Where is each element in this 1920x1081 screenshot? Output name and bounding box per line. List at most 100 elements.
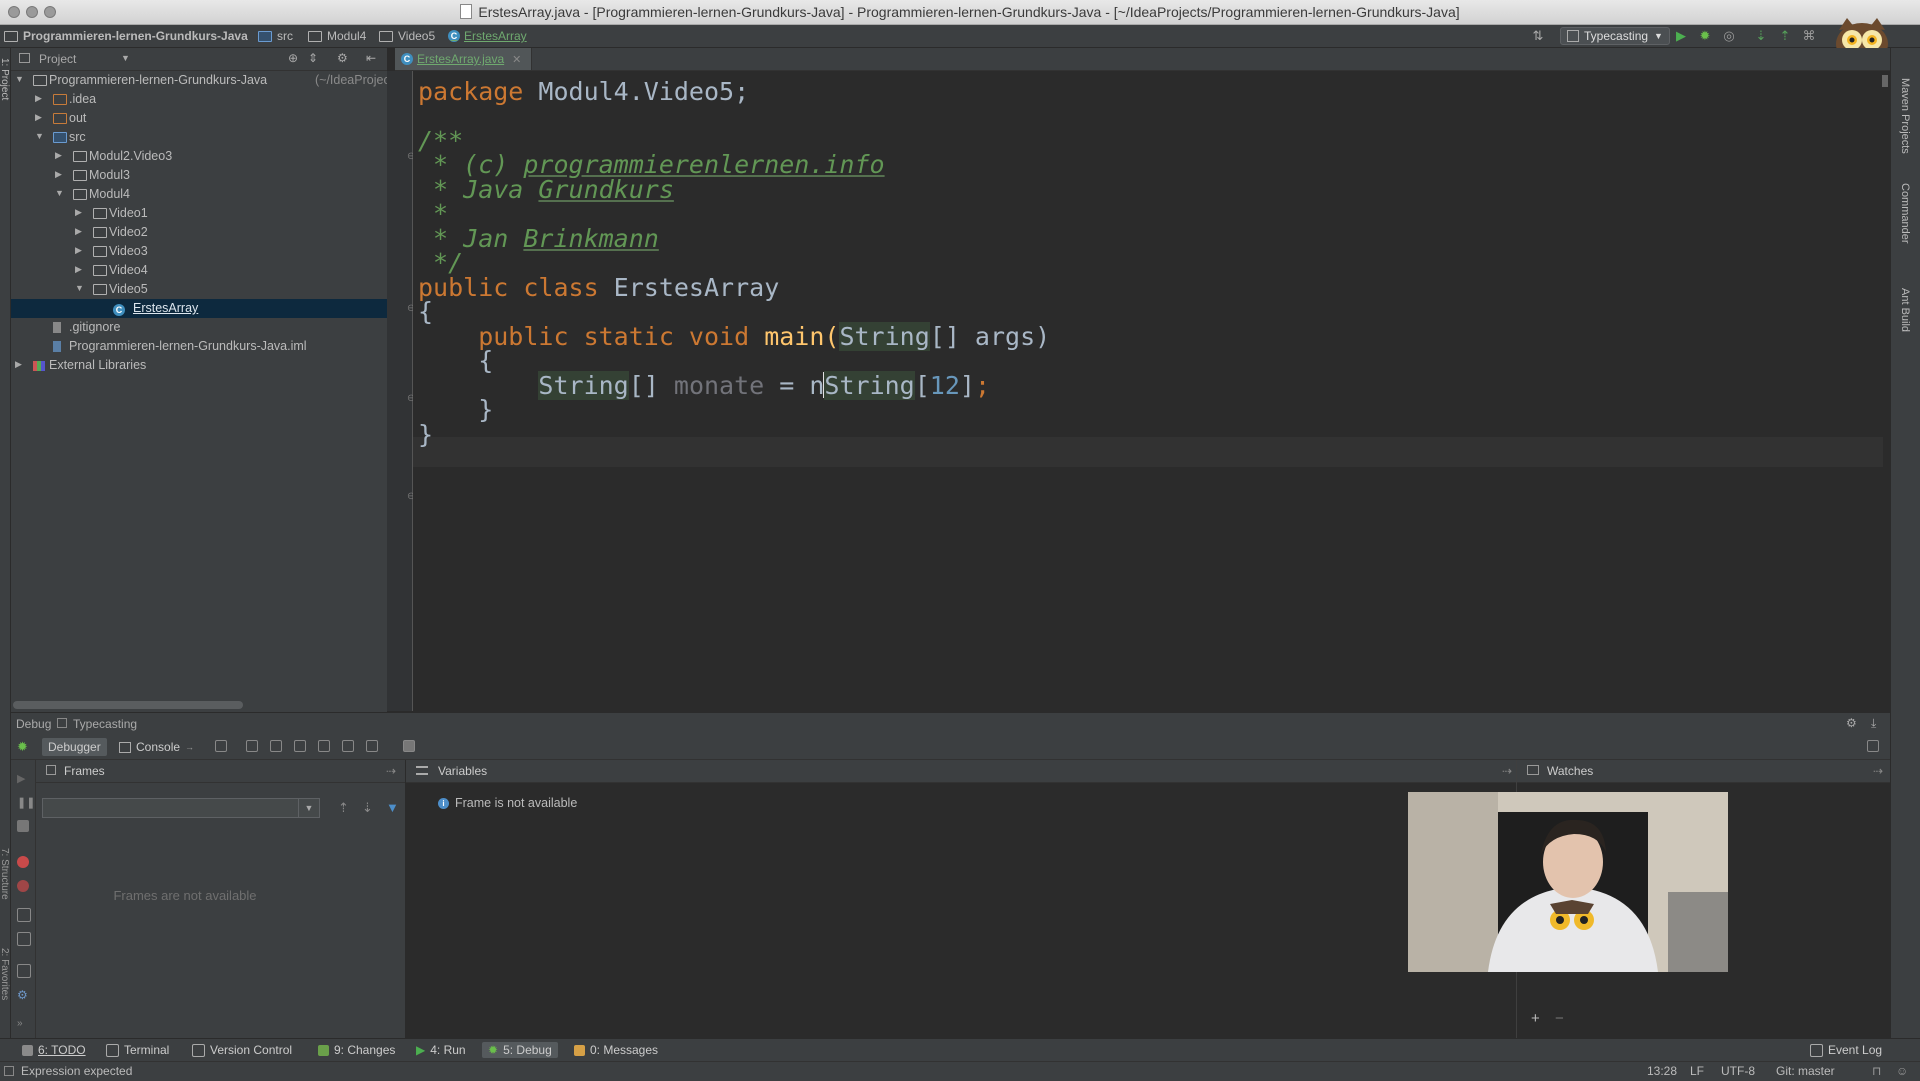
tool-windows-icon[interactable] (4, 1066, 14, 1076)
tree-item[interactable]: ▼ Programmieren-lernen-Grundkurs-Java (~/I… (11, 71, 411, 90)
expanded-arrow-icon[interactable]: ▼ (15, 74, 25, 84)
breadcrumb-video5[interactable]: Video5 (379, 28, 435, 44)
tree-item[interactable]: ▶ Modul3 (11, 166, 387, 185)
mute-breakpoints-icon[interactable] (17, 880, 29, 892)
previous-frame-icon[interactable]: ⇡ (338, 800, 349, 816)
pin-icon[interactable]: → (185, 742, 194, 752)
build-icon[interactable]: ⇅ (1530, 28, 1546, 44)
tree-item[interactable]: ▶ Video2 (11, 223, 387, 242)
force-step-into-icon[interactable] (294, 740, 306, 752)
next-frame-icon[interactable]: ⇣ (362, 800, 373, 816)
favorites-tool-tab[interactable]: 2: Favorites (0, 948, 10, 1000)
collapsed-arrow-icon[interactable]: ▶ (55, 150, 65, 161)
project-tool-tab[interactable]: 1: Project (0, 58, 10, 100)
code-editor[interactable]: package Modul4.Video5; /** * (c) program… (413, 71, 1888, 711)
collapsed-arrow-icon[interactable]: ▶ (35, 112, 45, 123)
collapsed-arrow-icon[interactable]: ▶ (75, 207, 85, 218)
horizontal-scrollbar[interactable] (13, 701, 243, 709)
pin-icon[interactable]: ⇢ (1873, 764, 1883, 778)
ant-build-tab[interactable]: Ant Build (1899, 288, 1911, 332)
evaluate-expression-icon[interactable] (403, 740, 415, 752)
expanded-arrow-icon[interactable]: ▼ (75, 283, 85, 293)
tool-terminal[interactable]: Terminal (106, 1042, 169, 1058)
tree-item[interactable]: Programmieren-lernen-Grundkurs-Java.iml (11, 337, 387, 356)
vcs-history-icon[interactable]: ⌘ (1801, 28, 1817, 44)
restore-layout-icon[interactable] (1867, 740, 1879, 752)
collapsed-arrow-icon[interactable]: ▶ (75, 245, 85, 256)
chevron-down-icon[interactable]: ▼ (298, 799, 319, 817)
collapsed-arrow-icon[interactable]: ▶ (35, 93, 45, 104)
collapsed-arrow-icon[interactable]: ▶ (75, 264, 85, 275)
breadcrumb-project[interactable]: Programmieren-lernen-Grundkurs-Java (4, 28, 248, 44)
breadcrumb-modul4[interactable]: Modul4 (308, 28, 366, 44)
tree-item[interactable]: .gitignore (11, 318, 387, 337)
tree-item[interactable]: ▼ Modul4 (11, 185, 387, 204)
scroll-from-source-icon[interactable]: ⊕ (288, 51, 298, 65)
add-watch-icon[interactable]: + (1531, 1010, 1540, 1027)
tool-messages[interactable]: 0: Messages (574, 1042, 658, 1058)
maven-projects-tab[interactable]: Maven Projects (1899, 78, 1911, 154)
line-separator[interactable]: LF (1690, 1064, 1704, 1078)
pause-icon[interactable]: ❚❚ (17, 796, 35, 809)
file-encoding[interactable]: UTF-8 (1721, 1064, 1755, 1078)
tool-todo[interactable]: 6: TODO (22, 1042, 86, 1058)
project-view-select[interactable]: Project (39, 52, 76, 66)
collapsed-arrow-icon[interactable]: ▶ (75, 226, 85, 237)
tool-version-control[interactable]: Version Control (192, 1042, 292, 1058)
run-to-cursor-icon[interactable] (366, 740, 378, 752)
tree-item[interactable]: ▶ Video4 (11, 261, 387, 280)
caret-position[interactable]: 13:28 (1647, 1064, 1677, 1078)
thread-select[interactable]: ▼ (42, 798, 320, 818)
tree-item[interactable]: ▶ External Libraries (11, 356, 387, 375)
debug-icon[interactable]: ✹ (17, 739, 28, 755)
structure-tool-tab[interactable]: 7: Structure (0, 848, 10, 900)
run-configuration-select[interactable]: Typecasting ▼ (1560, 27, 1670, 45)
step-into-icon[interactable] (270, 740, 282, 752)
pin-icon[interactable]: ⇢ (386, 764, 396, 778)
stop-icon[interactable] (17, 820, 29, 832)
tree-item[interactable]: ▶ Video1 (11, 204, 387, 223)
collapsed-arrow-icon[interactable]: ▶ (15, 359, 25, 370)
drop-frame-icon[interactable] (342, 740, 354, 752)
gear-icon[interactable]: ⚙ (337, 51, 348, 65)
tree-item[interactable]: ▼ src (11, 128, 387, 147)
coverage-icon[interactable]: ◎ (1721, 28, 1737, 44)
step-out-icon[interactable] (318, 740, 330, 752)
remove-watch-icon[interactable]: − (1555, 1010, 1564, 1027)
tree-item[interactable]: ▼ Video5 (11, 280, 387, 299)
debug-session-tab[interactable]: Typecasting (73, 717, 137, 731)
commander-tab[interactable]: Commander (1899, 183, 1911, 244)
expanded-arrow-icon[interactable]: ▼ (35, 131, 45, 141)
tree-item[interactable]: ▶ out (11, 109, 387, 128)
tab-console[interactable]: Console → (113, 738, 200, 756)
tree-item[interactable]: ▶ Modul2.Video3 (11, 147, 387, 166)
resume-icon[interactable]: ▶ (17, 772, 29, 785)
tree-item[interactable]: ▶ .idea (11, 90, 387, 109)
pin-icon[interactable]: ⇢ (1502, 764, 1512, 778)
more-icon[interactable]: » (17, 1018, 29, 1030)
tab-debugger[interactable]: Debugger (42, 738, 107, 756)
filter-icon[interactable]: ▼ (386, 800, 399, 815)
step-over-icon[interactable] (246, 740, 258, 752)
close-icon[interactable]: ✕ (512, 53, 521, 66)
gear-icon[interactable]: ⚙ (1846, 716, 1857, 730)
expanded-arrow-icon[interactable]: ▼ (55, 188, 65, 198)
vcs-commit-icon[interactable]: ⇡ (1777, 28, 1793, 44)
hide-panel-icon[interactable]: ⇤ (366, 51, 376, 65)
hide-panel-icon[interactable]: ⤓ (1871, 716, 1876, 731)
gear-icon[interactable]: ⚙ (17, 988, 29, 1002)
debug-icon[interactable]: ✹ (1697, 28, 1713, 44)
lock-icon[interactable]: ⊓ (1872, 1064, 1881, 1078)
tree-item[interactable]: ▶ Video3 (11, 242, 387, 261)
restore-layout-icon[interactable] (17, 932, 31, 946)
tab-erstesarray-java[interactable]: C ErstesArray.java ✕ (395, 48, 533, 70)
git-branch[interactable]: Git: master (1776, 1064, 1835, 1078)
editor-error-stripe-marker[interactable] (1882, 75, 1888, 87)
tree-item[interactable]: C ErstesArray (11, 299, 387, 318)
show-execution-point-icon[interactable] (215, 740, 227, 752)
tool-changes[interactable]: 9: Changes (318, 1042, 395, 1058)
breadcrumb-src[interactable]: src (258, 28, 293, 44)
vcs-update-icon[interactable]: ⇣ (1753, 28, 1769, 44)
breadcrumb-erstesarray[interactable]: C ErstesArray (448, 28, 527, 44)
collapsed-arrow-icon[interactable]: ▶ (55, 169, 65, 180)
